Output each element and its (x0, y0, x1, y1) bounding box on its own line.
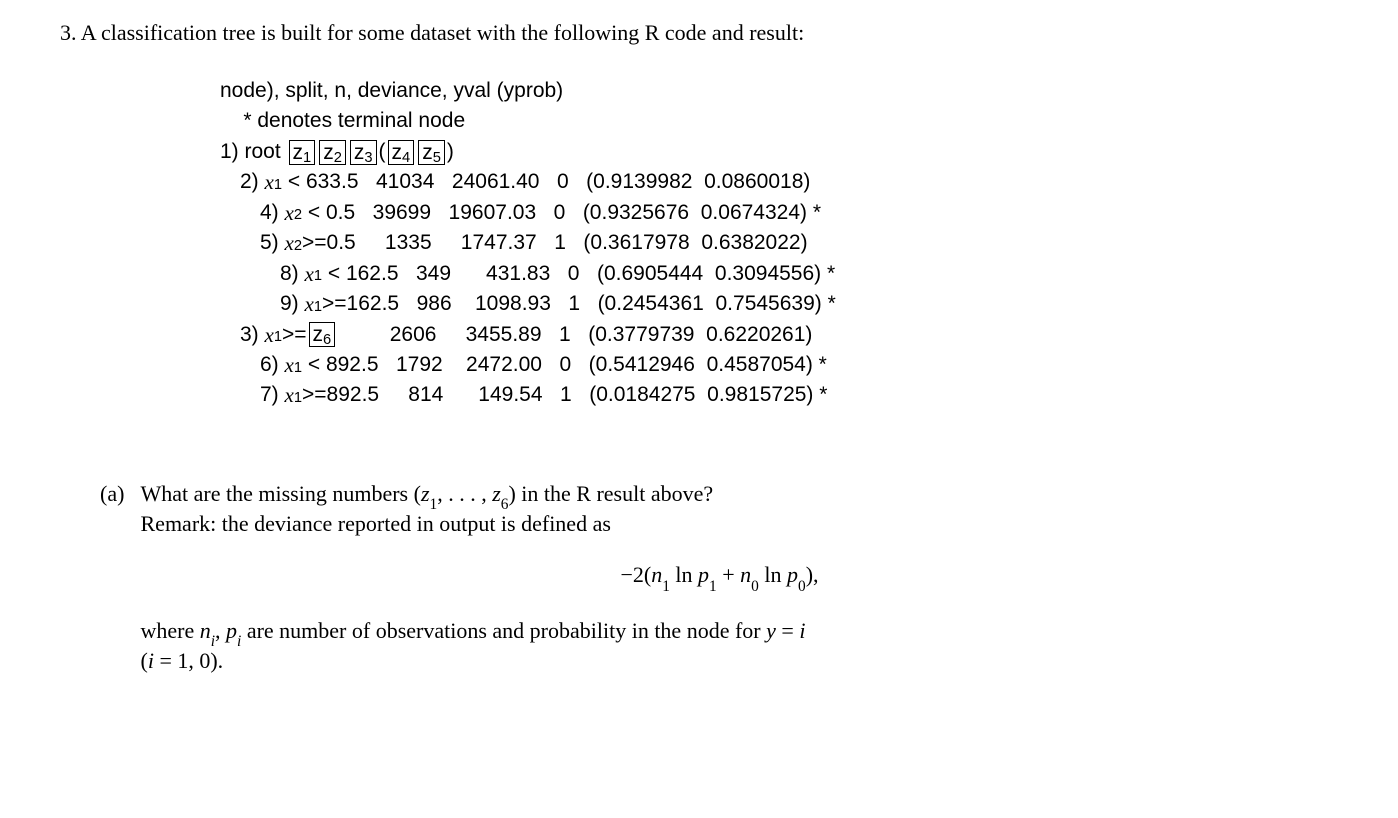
paren-open: ( (379, 137, 386, 167)
z2-box: z2 (319, 140, 346, 165)
problem-intro: 3. A classification tree is built for so… (60, 20, 1338, 46)
tree-node-2: 2) x1 < 633.5 41034 24061.40 0 (0.913998… (220, 167, 1338, 197)
tree-node-9: 9) x1>=162.5 986 1098.93 1 (0.2454361 0.… (220, 289, 1338, 319)
tree-root-line: 1) root z1 z2 z3 (z4 z5) (220, 137, 1338, 167)
part-a-label: (a) (100, 481, 135, 507)
part-a-body: What are the missing numbers (z1, . . . … (141, 481, 1299, 674)
part-a-q-line1: What are the missing numbers (z1, . . . … (141, 481, 714, 506)
part-a-remark: Remark: the deviance reported in output … (141, 511, 611, 536)
r-output-block: node), split, n, deviance, yval (yprob) … (220, 76, 1338, 411)
z1-box: z1 (289, 140, 316, 165)
part-a-postformula: where ni, pi are number of observations … (141, 618, 1299, 674)
tree-node-4: 4) x2 < 0.5 39699 19607.03 0 (0.9325676 … (220, 198, 1338, 228)
tree-node-6: 6) x1 < 892.5 1792 2472.00 0 (0.5412946 … (220, 350, 1338, 380)
z6-box: z6 (309, 322, 336, 347)
deviance-formula: −2(n1 ln p1 + n0 ln p0), (141, 562, 1299, 592)
tree-node-8: 8) x1 < 162.5 349 431.83 0 (0.6905444 0.… (220, 259, 1338, 289)
tree-node-5: 5) x2>=0.5 1335 1747.37 1 (0.3617978 0.6… (220, 228, 1338, 258)
z5-box: z5 (418, 140, 445, 165)
tree-header-2: * denotes terminal node (220, 106, 1338, 136)
paren-close: ) (447, 137, 454, 167)
problem-intro-text: A classification tree is built for some … (81, 20, 804, 45)
z4-box: z4 (388, 140, 415, 165)
part-a: (a) What are the missing numbers (z1, . … (100, 481, 1338, 674)
z3-box: z3 (350, 140, 377, 165)
problem-number: 3. (60, 20, 77, 45)
root-label: 1) root (220, 137, 287, 167)
tree-node-7: 7) x1>=892.5 814 149.54 1 (0.0184275 0.9… (220, 380, 1338, 410)
tree-header-1: node), split, n, deviance, yval (yprob) (220, 76, 1338, 106)
tree-node-3: 3) x1>=z6 2606 3455.89 1 (0.3779739 0.62… (220, 320, 1338, 350)
